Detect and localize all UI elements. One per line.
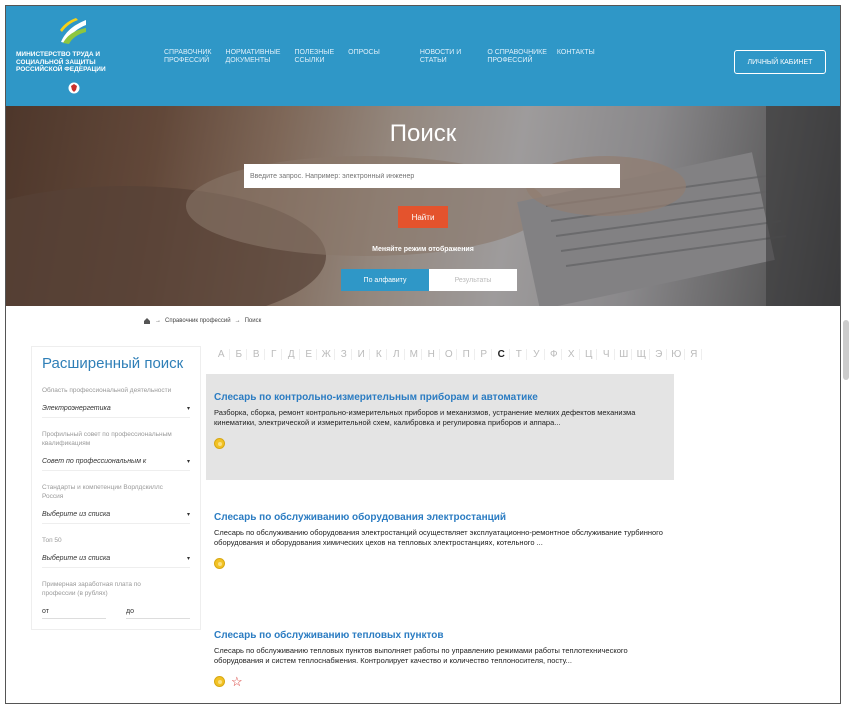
result-title[interactable]: Слесарь по контрольно-измерительным приб… (214, 392, 666, 403)
filter-select-qualification-council[interactable]: Совет по профессиональным к ▾ (42, 453, 190, 471)
home-icon[interactable] (143, 317, 151, 325)
filter-select-worldskills[interactable]: Выберите из списка ▾ (42, 506, 190, 524)
search-hero: Поиск Найти Меняйте режим отображения По… (6, 106, 840, 306)
filter-select-top50[interactable]: Выберите из списка ▾ (42, 550, 190, 568)
advanced-search-panel: Расширенный поиск Область профессиональн… (31, 346, 201, 630)
breadcrumb-current: Поиск (244, 318, 262, 324)
search-results: Слесарь по контрольно-измерительным приб… (206, 374, 674, 703)
advanced-search-title: Расширенный поиск (42, 355, 184, 372)
alphabet-letter[interactable]: И (354, 349, 370, 360)
result-description: Слесарь по обслуживанию тепловых пунктов… (214, 646, 628, 665)
coin-icon (214, 558, 225, 569)
filter-label-top50: Топ 50 (42, 537, 62, 544)
alphabet-letter[interactable]: П (459, 349, 475, 360)
alphabet-letter[interactable]: Х (564, 349, 580, 360)
alphabet-letter[interactable]: Р (477, 349, 492, 360)
result-icons: ☆ (214, 675, 666, 688)
salary-from-input[interactable]: от (42, 608, 106, 619)
alphabet-letter[interactable]: Я (687, 349, 702, 360)
alphabet-letter[interactable]: Т (512, 349, 527, 360)
alphabet-letter[interactable]: С (494, 349, 510, 360)
alphabet-letter[interactable]: К (372, 349, 387, 360)
main-nav: СПРАВОЧНИК ПРОФЕССИЙ НОРМАТИВНЫЕ ДОКУМЕНТЫ… (164, 49, 609, 65)
result-description: Слесарь по обслуживанию оборудования эле… (214, 528, 663, 547)
alphabet-letter[interactable]: Б (232, 349, 247, 360)
result-card[interactable]: Слесарь по обслуживанию оборудования эле… (206, 494, 674, 598)
alphabet-letter[interactable]: Ж (319, 349, 335, 360)
alphabet-letter[interactable]: Э (652, 349, 667, 360)
alphabet-letter[interactable]: Н (424, 349, 440, 360)
alphabet-letter[interactable]: У (529, 349, 545, 360)
result-icons (214, 438, 666, 449)
logo-emblem-icon (58, 16, 88, 46)
nav-profession-directory[interactable]: СПРАВОЧНИК ПРОФЕССИЙ (164, 49, 212, 65)
page-scrollbar[interactable] (843, 320, 849, 380)
page-title: Поиск (389, 120, 457, 147)
page-frame: МИНИСТЕРСТВО ТРУДА И СОЦИАЛЬНОЙ ЗАЩИТЫ Р… (5, 5, 841, 704)
alphabet-letter[interactable]: О (442, 349, 457, 360)
mode-alphabetical-button[interactable]: По алфавиту (341, 269, 429, 291)
filter-label-activity-area: Область профессиональной деятельности (42, 387, 172, 394)
search-input[interactable] (244, 164, 620, 188)
nav-contacts[interactable]: КОНТАКТЫ (557, 49, 595, 65)
alphabet-letter[interactable]: Ф (547, 349, 562, 360)
filter-value: Выберите из списка (42, 511, 111, 518)
alphabet-letter[interactable]: М (407, 349, 422, 360)
filter-select-activity-area[interactable]: Электроэнергетика ▾ (42, 400, 190, 418)
alphabet-letter[interactable]: З (337, 349, 352, 360)
nav-regulatory-documents[interactable]: НОРМАТИВНЫЕ ДОКУМЕНТЫ (226, 49, 281, 65)
site-header: МИНИСТЕРСТВО ТРУДА И СОЦИАЛЬНОЙ ЗАЩИТЫ Р… (6, 6, 840, 106)
filter-label-salary: Примерная заработная плата по профессии … (42, 581, 141, 597)
result-icons (214, 558, 666, 569)
alphabet-letter[interactable]: В (249, 349, 265, 360)
mode-results-button[interactable]: Результаты (429, 269, 517, 291)
alphabet-letter[interactable]: Ц (582, 349, 597, 360)
filter-value: Электроэнергетика (42, 405, 111, 412)
breadcrumb-separator: → (155, 318, 161, 324)
alphabet-letter[interactable]: Г (267, 349, 282, 360)
coat-of-arms-icon (68, 82, 80, 94)
coin-icon (214, 676, 225, 687)
alphabet-letter[interactable]: Ш (617, 349, 632, 360)
display-mode-label: Меняйте режим отображения (372, 246, 474, 253)
salary-to-input[interactable]: до (126, 608, 190, 619)
alphabet-letter[interactable]: Л (389, 349, 405, 360)
dropdown-arrow-icon: ▾ (186, 459, 190, 465)
result-title[interactable]: Слесарь по обслуживанию тепловых пунктов (214, 630, 666, 641)
alphabet-letter[interactable]: Ч (599, 349, 615, 360)
result-description: Разборка, сборка, ремонт контрольно-изме… (214, 408, 636, 427)
nav-about-directory[interactable]: О СПРАВОЧНИКЕ ПРОФЕССИЙ (487, 49, 547, 65)
filter-value: Совет по профессиональным к (42, 458, 147, 465)
breadcrumb-separator: → (234, 318, 241, 324)
breadcrumb: → Справочник профессий → Поиск (143, 317, 261, 325)
alphabet-letter[interactable]: Щ (634, 349, 650, 360)
filter-label-qualification-council: Профильный совет по профессиональным ква… (42, 431, 172, 447)
alphabet-letter[interactable]: Ю (669, 349, 685, 360)
display-mode-toggle: По алфавиту Результаты (341, 269, 517, 291)
result-card[interactable]: Слесарь по контрольно-измерительным приб… (206, 374, 674, 480)
alphabet-filter: АБВГДЕЖЗИКЛМНОПРСТУФХЦЧШЩЭЮЯ (214, 349, 702, 360)
nav-useful-links[interactable]: ПОЛЕЗНЫЕ ССЫЛКИ (294, 49, 334, 65)
ministry-logo[interactable]: МИНИСТЕРСТВО ТРУДА И СОЦИАЛЬНОЙ ЗАЩИТЫ Р… (16, 14, 116, 98)
salary-range: от до (32, 598, 200, 629)
filter-label-worldskills: Стандарты и компетенции Ворлдскиллс Росс… (42, 484, 163, 500)
alphabet-letter[interactable]: Д (284, 349, 300, 360)
search-button[interactable]: Найти (398, 206, 448, 228)
personal-cabinet-button[interactable]: ЛИЧНЫЙ КАБИНЕТ (734, 50, 826, 74)
alphabet-letter[interactable]: Е (302, 349, 317, 360)
filter-value: Выберите из списка (42, 555, 111, 562)
coin-icon (214, 438, 225, 449)
result-card[interactable]: Слесарь по обслуживанию тепловых пунктов… (206, 612, 674, 703)
alphabet-letter[interactable]: А (214, 349, 230, 360)
result-title[interactable]: Слесарь по обслуживанию оборудования эле… (214, 512, 666, 523)
dropdown-arrow-icon: ▾ (186, 512, 190, 518)
breadcrumb-directory-link[interactable]: Справочник профессий (165, 318, 231, 324)
nav-news-articles[interactable]: НОВОСТИ И СТАТЬИ (420, 49, 462, 65)
dropdown-arrow-icon: ▾ (186, 556, 190, 562)
nav-surveys[interactable]: ОПРОСЫ (348, 49, 380, 65)
dropdown-arrow-icon: ▾ (186, 406, 190, 412)
ministry-name: МИНИСТЕРСТВО ТРУДА И СОЦИАЛЬНОЙ ЗАЩИТЫ Р… (16, 51, 106, 73)
favorite-star-icon[interactable]: ☆ (231, 675, 243, 688)
